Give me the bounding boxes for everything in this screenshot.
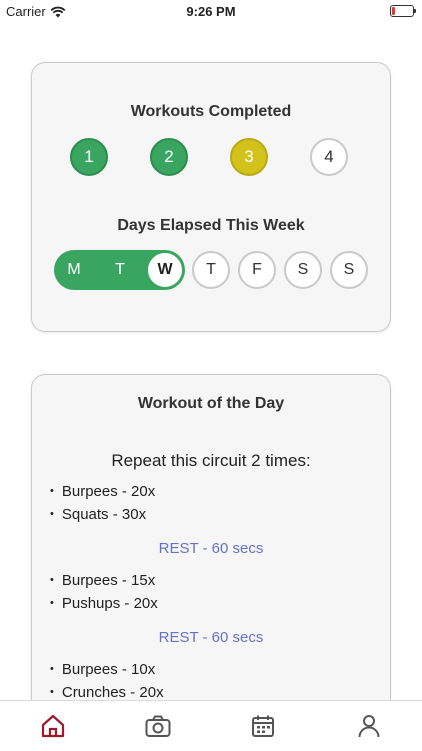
home-icon (41, 714, 65, 738)
day-circle: F (238, 251, 276, 289)
battery-icon (390, 5, 416, 17)
exercise-item: Crunches - 20x (50, 684, 164, 701)
workout-circle[interactable]: 1 (70, 138, 108, 176)
camera-icon (145, 715, 171, 737)
exercise-item: Burpees - 20x (50, 483, 155, 500)
tab-calendar[interactable] (248, 711, 278, 741)
workout-circle[interactable]: 2 (150, 138, 188, 176)
tab-camera[interactable] (143, 711, 173, 741)
calendar-icon (252, 715, 274, 737)
days-row: M T W T F S S (54, 250, 370, 290)
workout-circle[interactable]: 4 (310, 138, 348, 176)
days-elapsed-title: Days Elapsed This Week (117, 217, 305, 234)
day-circle: S (330, 251, 368, 289)
exercise-item: Pushups - 20x (50, 595, 158, 612)
rest-label: REST - 60 secs (158, 629, 264, 646)
rest-label: REST - 60 secs (158, 540, 264, 557)
wod-title: Workout of the Day (137, 395, 285, 412)
workout-of-day-card: Workout of the Day Repeat this circuit 2… (31, 374, 391, 715)
status-bar: Carrier 9:26 PM (0, 0, 422, 24)
progress-card: Workouts Completed 1 2 3 4 Days Elapsed … (31, 62, 391, 332)
day-circle: T (192, 251, 230, 289)
day-circle: S (284, 251, 322, 289)
day-circle: M (67, 261, 81, 278)
exercise-item: Burpees - 10x (50, 661, 155, 678)
tab-profile[interactable] (354, 711, 384, 741)
status-time: 9:26 PM (186, 4, 236, 19)
circuit-instructions: Repeat this circuit 2 times: (111, 451, 311, 470)
day-circle-today: W (146, 251, 184, 289)
workout-circle-current[interactable]: 3 (230, 138, 268, 176)
workouts-row: 1 2 3 4 (70, 138, 352, 180)
profile-icon (358, 715, 380, 738)
tab-home[interactable] (38, 711, 68, 741)
tab-bar (0, 700, 422, 751)
exercise-item: Burpees - 15x (50, 572, 155, 589)
workouts-completed-title: Workouts Completed (130, 103, 292, 120)
day-circle: T (115, 261, 125, 278)
exercise-item: Squats - 30x (50, 506, 146, 523)
